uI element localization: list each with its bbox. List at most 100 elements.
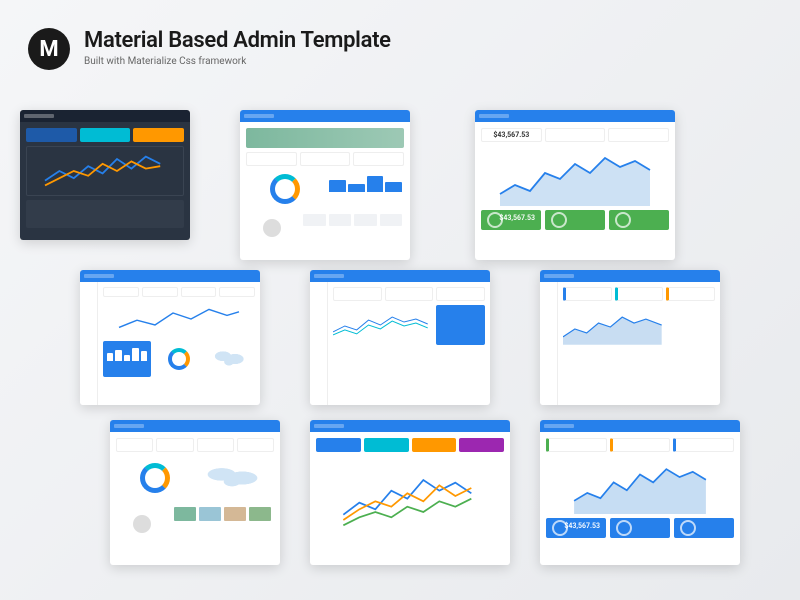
donut-chart-icon [168, 348, 190, 370]
bottom-row [563, 353, 715, 383]
stat-card [673, 438, 734, 452]
stat-card: $43,567.53 [481, 128, 542, 142]
thumbnail-dark[interactable] [20, 110, 190, 240]
middle-row [246, 170, 404, 208]
thumb-body [20, 122, 190, 240]
titlebar [475, 110, 675, 122]
stat-card [459, 438, 504, 452]
thumb-body [80, 282, 260, 405]
bottom-row [333, 349, 485, 385]
banner-row [246, 128, 404, 148]
donut-chart-icon [270, 174, 300, 204]
title-block: Material Based Admin Template Built with… [84, 28, 391, 67]
titlebar [540, 420, 740, 432]
titlebar [310, 270, 490, 282]
logo-letter: M [39, 37, 58, 62]
chart-row [116, 456, 274, 500]
thumb-body [310, 432, 510, 565]
donut-widget [246, 170, 323, 208]
main-content [558, 282, 720, 405]
titlebar [540, 270, 720, 282]
ring-icon [615, 212, 631, 228]
chart-row [333, 305, 485, 345]
map-widget [207, 341, 255, 377]
ring-icon [616, 520, 632, 536]
thumb-body [310, 282, 490, 405]
line-chart [333, 305, 432, 345]
multi-line-chart [316, 456, 504, 536]
donut-widget [155, 341, 203, 377]
bottom-row [116, 504, 274, 544]
thumb-body [110, 432, 280, 565]
thumbnail-stats-line[interactable] [310, 270, 490, 405]
stat-card [364, 438, 409, 452]
area-chart [481, 146, 669, 206]
avatar-icon [133, 515, 151, 533]
sidebar [80, 282, 98, 405]
page-header: M Material Based Admin Template Built wi… [28, 28, 391, 70]
thumbnail-multiline[interactable] [310, 420, 510, 565]
stat-card [316, 438, 361, 452]
table-widget [563, 353, 637, 383]
stat-card [545, 128, 606, 142]
hero-image [246, 128, 404, 148]
stat-row [246, 152, 404, 166]
ring-icon [680, 520, 696, 536]
stat-card [353, 152, 404, 166]
footer-row: $43,567.53 [546, 518, 734, 538]
blue-widget [103, 341, 151, 377]
thumbnail-area-bluebars[interactable]: $43,567.53 [540, 420, 740, 565]
profile-widget [246, 212, 297, 244]
stat-card [133, 128, 184, 142]
stat-row [546, 438, 734, 452]
table-widget [641, 353, 715, 383]
area-chart [563, 305, 662, 349]
footer-value: $43,567.53 [499, 214, 535, 222]
ring-icon [551, 212, 567, 228]
logo-badge: M [28, 28, 70, 70]
stat-card [610, 438, 671, 452]
stat-row [333, 287, 485, 301]
bar-sparkline [327, 170, 404, 194]
stat-card [116, 438, 153, 452]
thumb-body [240, 122, 410, 260]
chart-row [563, 305, 715, 349]
stat-card [385, 287, 434, 301]
blue-stat-bar [610, 518, 670, 538]
stat-card [608, 128, 669, 142]
titlebar [240, 110, 410, 122]
thumbnail-donut-map[interactable] [110, 420, 280, 565]
stat-card [246, 152, 297, 166]
footer-value: $43,567.53 [564, 522, 600, 530]
blue-stat-bar: $43,567.53 [546, 518, 606, 538]
footer-row: $43,567.53 [481, 210, 669, 230]
page-subtitle: Built with Materialize Css framework [84, 56, 391, 67]
stat-card [26, 128, 77, 142]
thumbnail-light-donut[interactable] [240, 110, 410, 260]
stat-card [237, 438, 274, 452]
titlebar [80, 270, 260, 282]
thumb-body: $43,567.53 $43,567.53 [475, 122, 675, 260]
list-widget [333, 349, 407, 385]
gallery-widget [171, 504, 274, 544]
stat-row [26, 128, 184, 142]
stat-card [666, 287, 715, 301]
main-content [328, 282, 490, 405]
green-stat-bar [609, 210, 669, 230]
bottom-row [246, 212, 404, 244]
stat-row [316, 438, 504, 452]
thumbnail-sidebar[interactable] [80, 270, 260, 405]
stat-card [412, 438, 457, 452]
green-stat-bar [545, 210, 605, 230]
stat-card [197, 438, 234, 452]
profile-widget [116, 504, 167, 544]
stat-card [436, 287, 485, 301]
thumbnail-area-big[interactable]: $43,567.53 $43,567.53 [475, 110, 675, 260]
area-chart [546, 456, 734, 514]
stat-row [116, 438, 274, 452]
stat-row [103, 287, 255, 297]
bottom-row [26, 200, 184, 228]
stat-row [563, 287, 715, 301]
sidebar [540, 282, 558, 405]
thumbnail-colored-stats[interactable] [540, 270, 720, 405]
